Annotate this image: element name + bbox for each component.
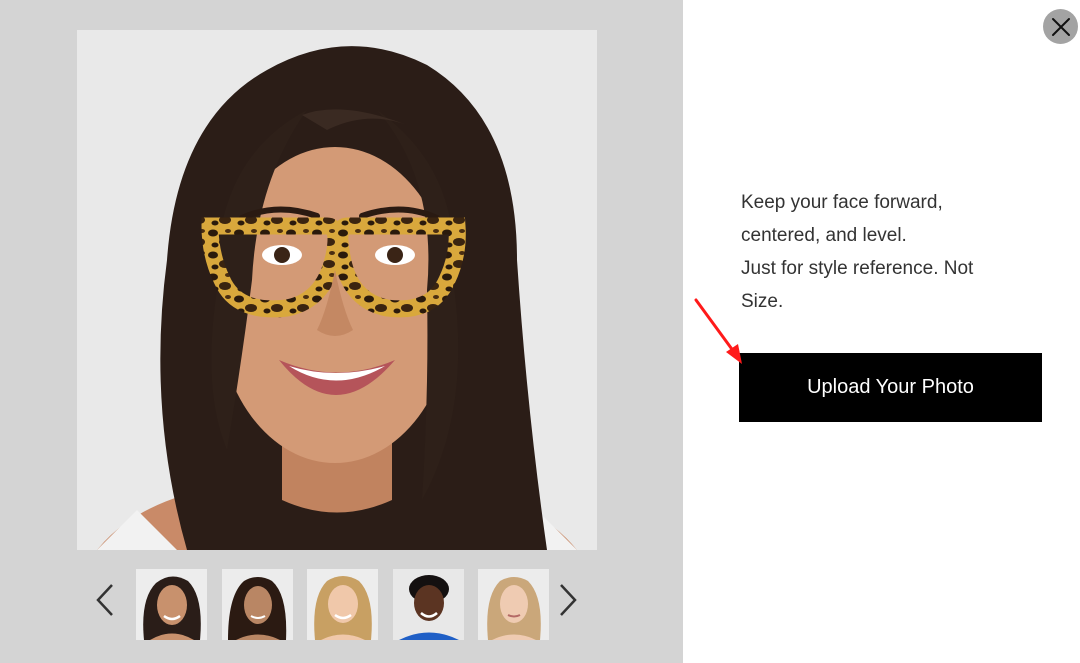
chevron-right-icon[interactable] xyxy=(553,580,583,620)
model-thumbnail-1-icon xyxy=(136,569,207,640)
upload-photo-button[interactable]: Upload Your Photo xyxy=(739,353,1042,422)
model-thumbnail-2[interactable] xyxy=(222,569,293,640)
model-thumbnail-2-icon xyxy=(222,569,293,640)
model-thumbnail-3[interactable] xyxy=(307,569,378,640)
instruction-line: Just for style reference. Not xyxy=(741,258,974,279)
model-thumbnail-4-icon xyxy=(393,569,464,640)
model-face-with-glasses-icon xyxy=(77,30,597,550)
model-thumbnail-3-icon xyxy=(307,569,378,640)
chevron-left-icon[interactable] xyxy=(90,580,120,620)
instruction-line: centered, and level. xyxy=(741,225,907,246)
model-thumbnail-1[interactable] xyxy=(136,569,207,640)
model-thumbnail-4[interactable] xyxy=(393,569,464,640)
instruction-line: Keep your face forward, xyxy=(741,192,943,213)
upload-panel: Keep your face forward, centered, and le… xyxy=(683,0,1080,663)
model-thumbnail-5[interactable] xyxy=(478,569,549,640)
instructions-text: Keep your face forward, centered, and le… xyxy=(741,186,1041,318)
model-thumbnail-5-icon xyxy=(478,569,549,640)
close-button[interactable] xyxy=(1043,9,1078,44)
try-on-preview-panel xyxy=(0,0,683,663)
close-icon xyxy=(1051,17,1070,36)
model-preview-image xyxy=(77,30,597,550)
instruction-line: Size. xyxy=(741,291,784,312)
model-carousel xyxy=(90,568,590,642)
